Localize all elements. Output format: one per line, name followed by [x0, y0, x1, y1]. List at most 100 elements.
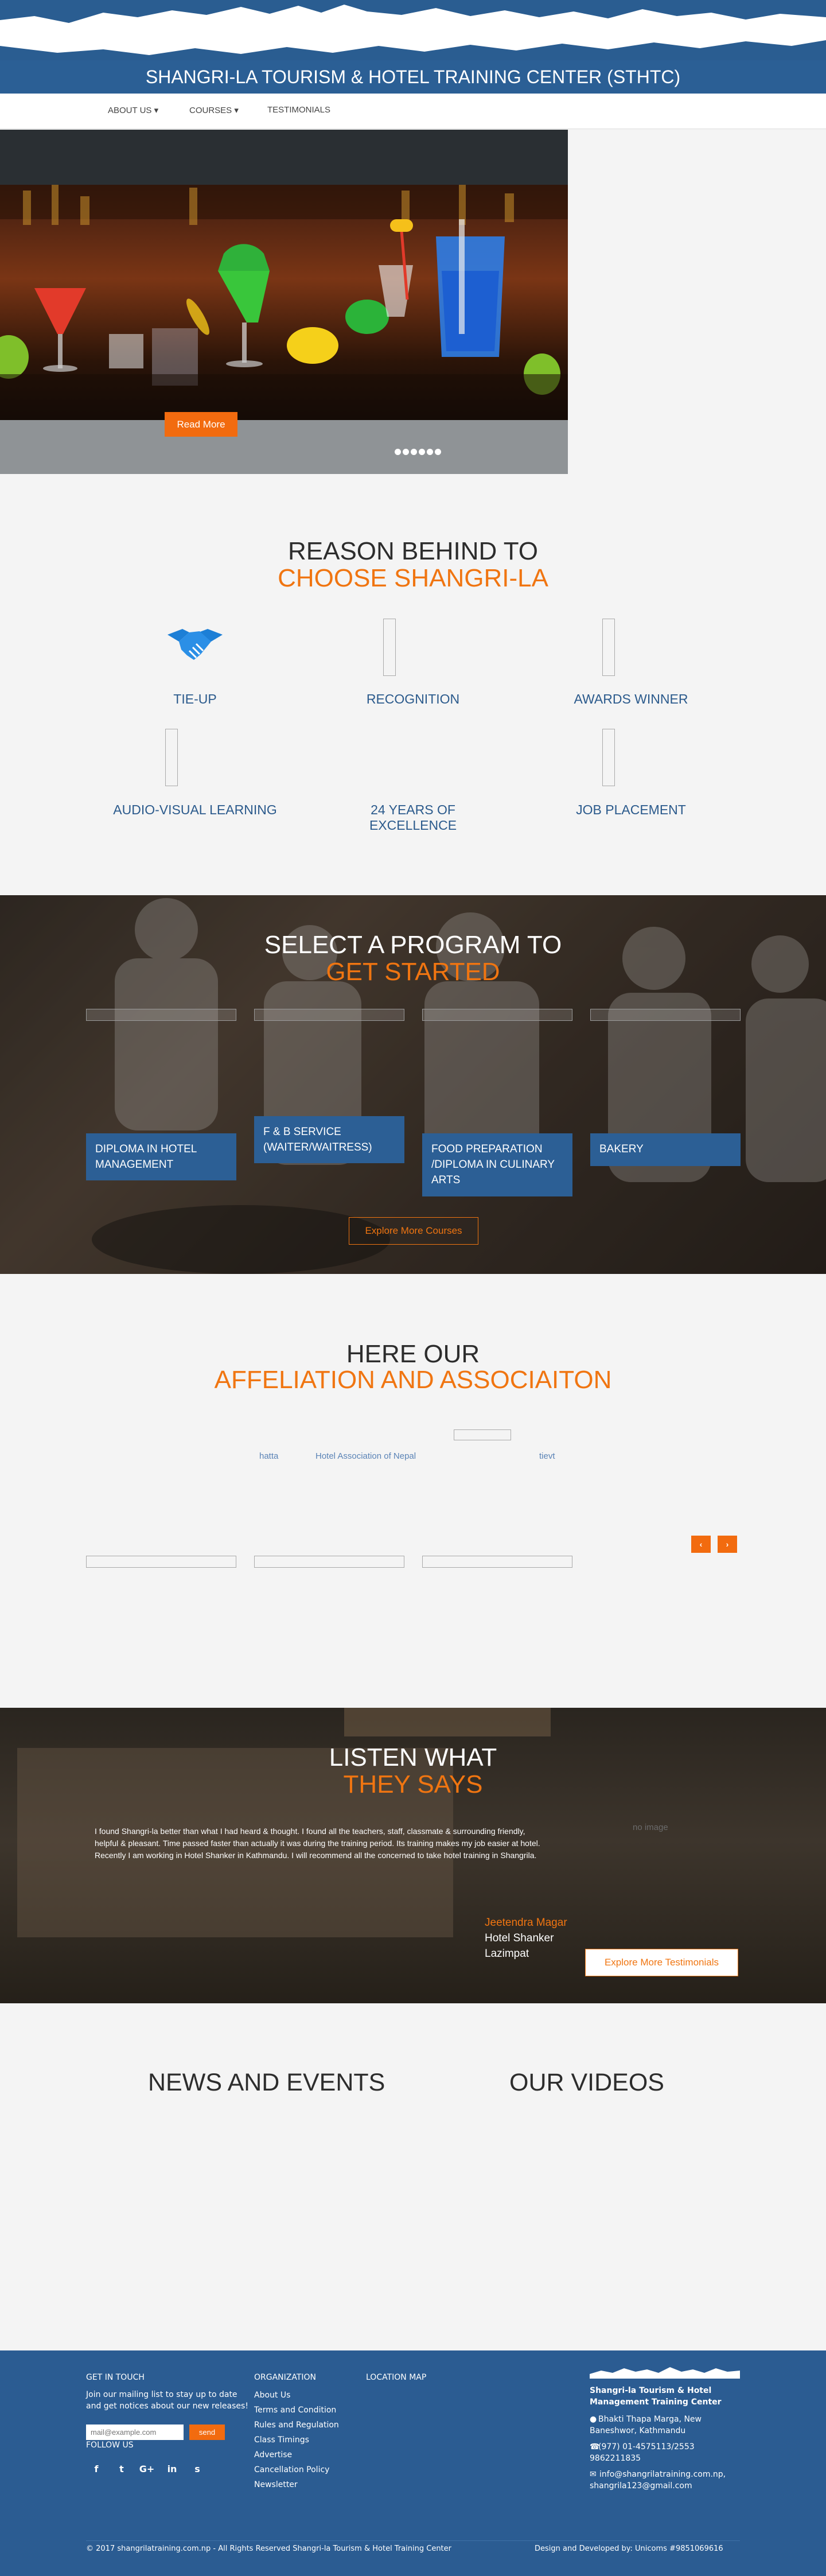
slider-dot[interactable]: [435, 449, 441, 455]
affiliation-logo-tievt[interactable]: tievt: [539, 1451, 555, 1461]
program-title: ARTS: [431, 1174, 461, 1186]
reasons-heading: REASON BEHIND TO: [287, 537, 539, 565]
reasons-subheading: CHOOSE SHANGRI-LA: [278, 564, 548, 592]
slider-dot[interactable]: [427, 449, 433, 455]
explore-courses-button[interactable]: Explore More Courses: [349, 1217, 478, 1245]
affiliation-image: [422, 1556, 572, 1568]
footer-mailing-text: and get notices about our new releases!: [86, 2402, 248, 2411]
affiliation-logo-han[interactable]: Hotel Association of Nepal: [315, 1451, 416, 1461]
read-more-button[interactable]: Read More: [165, 412, 237, 437]
program-image[interactable]: [86, 1009, 236, 1021]
cocktails-graphic: [0, 185, 568, 420]
footer-email[interactable]: shangrila123@gmail.com: [590, 2480, 692, 2492]
awards-image: [602, 619, 615, 676]
footer-email[interactable]: info@shangrilatraining.com.np,: [599, 2469, 726, 2480]
footer-address: Bhakti Thapa Marga, New: [598, 2415, 702, 2424]
program-image[interactable]: [254, 1009, 404, 1021]
newsletter-send-button[interactable]: send: [189, 2425, 225, 2440]
carousel-next-button[interactable]: ›: [718, 1536, 737, 1553]
reason-recognition: RECOGNITION: [366, 691, 460, 706]
reason-awards: AWARDS WINNER: [574, 691, 688, 706]
linkedin-icon[interactable]: in: [164, 2461, 180, 2477]
affiliation-subheading: AFFELIATION AND ASSOCIAITON: [214, 1366, 612, 1394]
location-pin-icon: ●: [590, 2415, 597, 2424]
footer-link-advertise[interactable]: Advertise: [254, 2450, 292, 2460]
handshake-icon: [166, 624, 224, 667]
slider-dot[interactable]: [411, 449, 417, 455]
footer-link-cancellation[interactable]: Cancellation Policy: [254, 2465, 329, 2474]
slider-dot[interactable]: [395, 449, 401, 455]
twitter-icon[interactable]: t: [114, 2461, 130, 2477]
program-hotel-management[interactable]: DIPLOMA IN HOTEL MANAGEMENT: [86, 1133, 236, 1180]
quote-line: Recently I am working in Hotel Shanker i…: [95, 1851, 537, 1860]
slider-dots: [395, 446, 443, 457]
site-title: SHANGRI-LA TOURISM & HOTEL TRAINING CENT…: [0, 60, 826, 94]
testimonials-subheading: THEY SAYS: [343, 1770, 483, 1798]
quote-line: helpful & pleasant. Time passed faster t…: [95, 1839, 540, 1848]
recognition-image: [383, 619, 396, 676]
footer-phone: (977) 01-4575113/2553: [598, 2442, 695, 2451]
videos-heading: OUR VIDEOS: [509, 2069, 664, 2096]
affiliation-logo: [454, 1429, 511, 1440]
program-title: DIPLOMA IN HOTEL: [95, 1143, 197, 1155]
signboard-background: [344, 1708, 551, 1736]
program-bakery[interactable]: BAKERY: [590, 1133, 741, 1166]
testimonial-quote: I found Shangri-la better than what I ha…: [95, 1825, 565, 1862]
footer-organization-heading: ORGANIZATION: [254, 2373, 317, 2382]
job-placement-image: [602, 729, 615, 786]
affiliation-image: [86, 1556, 236, 1568]
footer-link-terms[interactable]: Terms and Condition: [254, 2406, 336, 2415]
skype-icon[interactable]: s: [189, 2461, 205, 2477]
testimonials-heading: LISTEN WHAT: [329, 1743, 497, 1771]
footer-location-heading: LOCATION MAP: [366, 2373, 427, 2382]
nav-about-us[interactable]: ABOUT US ▾: [108, 105, 158, 115]
slider-reflection: [0, 420, 568, 474]
newsletter-email-input[interactable]: [86, 2425, 184, 2440]
footer-link-about[interactable]: About Us: [254, 2391, 290, 2400]
program-title: /DIPLOMA IN CULINARY: [431, 1159, 555, 1171]
footer-follow-us: FOLLOW US: [86, 2441, 134, 2450]
footer-link-newsletter[interactable]: Newsletter: [254, 2480, 298, 2489]
google-plus-icon[interactable]: G+: [139, 2461, 155, 2477]
footer-org-name: Management Training Center: [590, 2398, 722, 2407]
slider-dot[interactable]: [403, 449, 409, 455]
footer-mountain-logo: [590, 2367, 740, 2381]
footer-link-timings[interactable]: Class Timings: [254, 2435, 309, 2445]
testimonial-location: Lazimpat: [485, 1948, 529, 1960]
footer-mailing-text: Join our mailing list to stay up to date: [86, 2390, 237, 2399]
program-food-preparation[interactable]: FOOD PREPARATION /DIPLOMA IN CULINARY AR…: [422, 1133, 572, 1196]
carousel-prev-button[interactable]: ‹: [691, 1536, 711, 1553]
programs-heading: SELECT A PROGRAM TO: [264, 931, 562, 959]
main-nav: ABOUT US ▾ COURSES ▾ TESTIMONIALS: [0, 94, 826, 129]
programs-subheading: GET STARTED: [326, 958, 500, 986]
nav-courses[interactable]: COURSES ▾: [189, 105, 239, 115]
quote-line: I found Shangri-la better than what I ha…: [95, 1827, 525, 1836]
explore-testimonials-button[interactable]: Explore More Testimonials: [585, 1949, 738, 1976]
slider-image: [0, 185, 568, 420]
footer-divider: [86, 2540, 740, 2541]
program-image[interactable]: [590, 1009, 741, 1021]
affiliation-logo-hatta[interactable]: hatta: [259, 1451, 278, 1461]
footer-copyright: © 2017 shangrilatraining.com.np - All Ri…: [86, 2544, 451, 2553]
reason-tie-up: TIE-UP: [173, 691, 217, 706]
program-fb-service[interactable]: F & B SERVICE (WAITER/WAITRESS): [254, 1116, 404, 1163]
testimonial-name: Jeetendra Magar: [485, 1917, 567, 1929]
program-title: BAKERY: [599, 1143, 644, 1155]
mountain-graphic: [0, 0, 826, 60]
program-title: MANAGEMENT: [95, 1159, 174, 1171]
envelope-icon: ✉: [590, 2470, 597, 2479]
program-image[interactable]: [422, 1009, 572, 1021]
footer-credits: Design and Developed by: Unicoms #985106…: [535, 2544, 723, 2553]
program-title: F & B SERVICE: [263, 1126, 341, 1138]
audio-visual-image: [165, 729, 178, 786]
news-heading: NEWS AND EVENTS: [148, 2069, 385, 2096]
program-title: FOOD PREPARATION: [431, 1143, 543, 1155]
facebook-icon[interactable]: f: [88, 2461, 104, 2477]
slider-top-band: [0, 130, 568, 185]
nav-testimonials[interactable]: TESTIMONIALS: [267, 105, 330, 115]
footer-link-rules[interactable]: Rules and Regulation: [254, 2420, 339, 2430]
affiliation-heading: HERE OUR: [346, 1340, 480, 1368]
slider-dot[interactable]: [419, 449, 425, 455]
reason-excellence: 24 YEARS OF EXCELLENCE: [369, 802, 457, 833]
footer-phone: 9862211835: [590, 2454, 641, 2463]
